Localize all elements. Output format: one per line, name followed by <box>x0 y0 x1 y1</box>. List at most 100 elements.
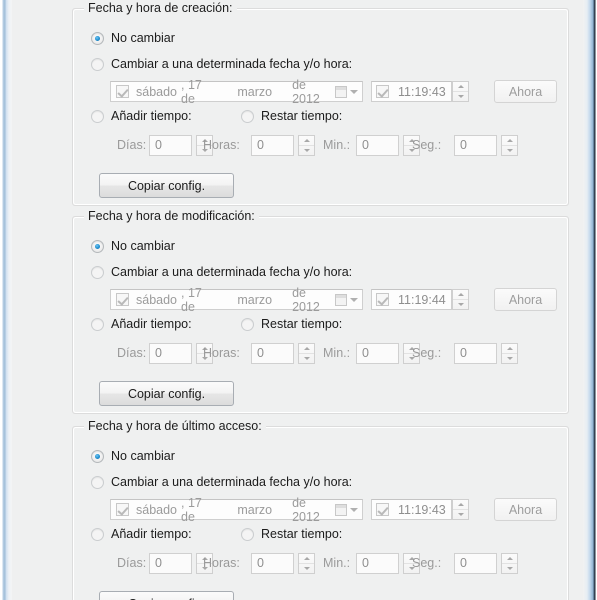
spinner-buttons-seconds-2[interactable] <box>501 553 518 574</box>
time-spinner-0[interactable] <box>452 81 469 102</box>
spinner-buttons-hours-2[interactable] <box>298 553 315 574</box>
spinner-buttons-hours-0[interactable] <box>298 135 315 156</box>
date-month-2[interactable]: marzo <box>237 503 272 517</box>
chevron-down-icon-0[interactable] <box>350 89 358 94</box>
now-button-2[interactable]: Ahora <box>494 498 557 521</box>
now-button-1[interactable]: Ahora <box>494 288 557 311</box>
spinner-down-seconds-0[interactable] <box>502 146 517 156</box>
time-spinner-up-1[interactable] <box>453 290 468 300</box>
spinner-input-seconds-2[interactable]: 0 <box>454 553 497 574</box>
radio-add-time-2[interactable] <box>91 527 104 541</box>
radio-change-to-1[interactable] <box>91 265 104 279</box>
time-picker-1[interactable]: 11:19:44 <box>371 289 452 310</box>
date-picker-2[interactable]: sábado , 17 de marzo de 2012 <box>110 496 363 524</box>
copy-config-button-0[interactable]: Copiar config. <box>99 173 234 198</box>
time-spinner-down-0[interactable] <box>453 92 468 102</box>
radio-row-add-time-0[interactable]: Añadir tiempo: <box>91 109 192 123</box>
radio-row-no-change-2[interactable]: No cambiar <box>91 449 175 463</box>
spinner-up-seconds-1[interactable] <box>502 344 517 354</box>
radio-row-add-time-2[interactable]: Añadir tiempo: <box>91 527 192 541</box>
chevron-down-icon-1[interactable] <box>350 297 358 302</box>
spinner-down-hours-1[interactable] <box>299 354 314 364</box>
date-picker-checkbox-1[interactable] <box>116 293 129 306</box>
time-spinner-1[interactable] <box>452 289 469 310</box>
time-picker-0[interactable]: 11:19:43 <box>371 81 452 102</box>
date-year-2[interactable]: de 2012 <box>292 496 335 524</box>
radio-row-subtract-time-0[interactable]: Restar tiempo: <box>241 109 342 123</box>
date-day-1[interactable]: , 17 de <box>181 286 217 314</box>
radio-row-change-to-1[interactable]: Cambiar a una determinada fecha y/o hora… <box>91 265 352 279</box>
radio-no-change-0[interactable] <box>91 31 104 45</box>
date-year-1[interactable]: de 2012 <box>292 286 335 314</box>
radio-no-change-2[interactable] <box>91 449 104 463</box>
spinner-input-days-1[interactable]: 0 <box>149 343 192 364</box>
spinner-input-minutes-1[interactable]: 0 <box>356 343 399 364</box>
spinner-input-seconds-1[interactable]: 0 <box>454 343 497 364</box>
spinner-down-hours-2[interactable] <box>299 564 314 574</box>
spinner-up-seconds-2[interactable] <box>502 554 517 564</box>
date-month-0[interactable]: marzo <box>237 85 272 99</box>
spinner-up-hours-2[interactable] <box>299 554 314 564</box>
time-spinner-down-2[interactable] <box>453 510 468 520</box>
radio-row-change-to-2[interactable]: Cambiar a una determinada fecha y/o hora… <box>91 475 352 489</box>
spinner-buttons-seconds-0[interactable] <box>501 135 518 156</box>
date-day-0[interactable]: , 17 de <box>181 78 217 106</box>
spinner-up-hours-1[interactable] <box>299 344 314 354</box>
date-picker-checkbox-0[interactable] <box>116 85 129 98</box>
time-spinner-up-0[interactable] <box>453 82 468 92</box>
date-picker-0[interactable]: sábado , 17 de marzo de 2012 <box>110 78 363 106</box>
radio-row-subtract-time-1[interactable]: Restar tiempo: <box>241 317 342 331</box>
spinner-input-minutes-2[interactable]: 0 <box>356 553 399 574</box>
date-weekday-1[interactable]: sábado <box>136 293 177 307</box>
spinner-up-seconds-0[interactable] <box>502 136 517 146</box>
date-picker-checkbox-2[interactable] <box>116 503 129 516</box>
date-weekday-0[interactable]: sábado <box>136 85 177 99</box>
date-picker-dropdown-2[interactable] <box>335 503 362 516</box>
time-value-0[interactable]: 11:19:43 <box>398 85 446 99</box>
spinner-input-minutes-0[interactable]: 0 <box>356 135 399 156</box>
radio-row-change-to-0[interactable]: Cambiar a una determinada fecha y/o hora… <box>91 57 352 71</box>
spinner-input-days-2[interactable]: 0 <box>149 553 192 574</box>
spinner-buttons-hours-1[interactable] <box>298 343 315 364</box>
radio-change-to-2[interactable] <box>91 475 104 489</box>
radio-row-no-change-1[interactable]: No cambiar <box>91 239 175 253</box>
radio-row-no-change-0[interactable]: No cambiar <box>91 31 175 45</box>
radio-subtract-time-0[interactable] <box>241 109 254 123</box>
radio-row-add-time-1[interactable]: Añadir tiempo: <box>91 317 192 331</box>
time-spinner-down-1[interactable] <box>453 300 468 310</box>
time-picker-2[interactable]: 11:19:43 <box>371 499 452 520</box>
radio-subtract-time-2[interactable] <box>241 527 254 541</box>
spinner-down-hours-0[interactable] <box>299 146 314 156</box>
radio-add-time-1[interactable] <box>91 317 104 331</box>
date-day-2[interactable]: , 17 de <box>181 496 217 524</box>
date-month-1[interactable]: marzo <box>237 293 272 307</box>
radio-change-to-0[interactable] <box>91 57 104 71</box>
spinner-input-seconds-0[interactable]: 0 <box>454 135 497 156</box>
spinner-input-hours-2[interactable]: 0 <box>251 553 294 574</box>
spinner-buttons-seconds-1[interactable] <box>501 343 518 364</box>
spinner-down-seconds-1[interactable] <box>502 354 517 364</box>
radio-add-time-0[interactable] <box>91 109 104 123</box>
date-weekday-2[interactable]: sábado <box>136 503 177 517</box>
time-spinner-2[interactable] <box>452 499 469 520</box>
time-picker-checkbox-2[interactable] <box>376 503 389 516</box>
time-picker-checkbox-0[interactable] <box>376 85 389 98</box>
copy-config-button-2[interactable]: Copiar config. <box>99 591 234 600</box>
now-button-0[interactable]: Ahora <box>494 80 557 103</box>
spinner-input-hours-1[interactable]: 0 <box>251 343 294 364</box>
spinner-up-hours-0[interactable] <box>299 136 314 146</box>
time-value-1[interactable]: 11:19:44 <box>398 293 446 307</box>
time-spinner-up-2[interactable] <box>453 500 468 510</box>
time-picker-checkbox-1[interactable] <box>376 293 389 306</box>
date-year-0[interactable]: de 2012 <box>292 78 335 106</box>
radio-subtract-time-1[interactable] <box>241 317 254 331</box>
spinner-input-hours-0[interactable]: 0 <box>251 135 294 156</box>
spinner-down-seconds-2[interactable] <box>502 564 517 574</box>
time-value-2[interactable]: 11:19:43 <box>398 503 446 517</box>
date-picker-1[interactable]: sábado , 17 de marzo de 2012 <box>110 286 363 314</box>
copy-config-button-1[interactable]: Copiar config. <box>99 381 234 406</box>
spinner-input-days-0[interactable]: 0 <box>149 135 192 156</box>
radio-row-subtract-time-2[interactable]: Restar tiempo: <box>241 527 342 541</box>
chevron-down-icon-2[interactable] <box>350 507 358 512</box>
date-picker-dropdown-1[interactable] <box>335 293 362 306</box>
